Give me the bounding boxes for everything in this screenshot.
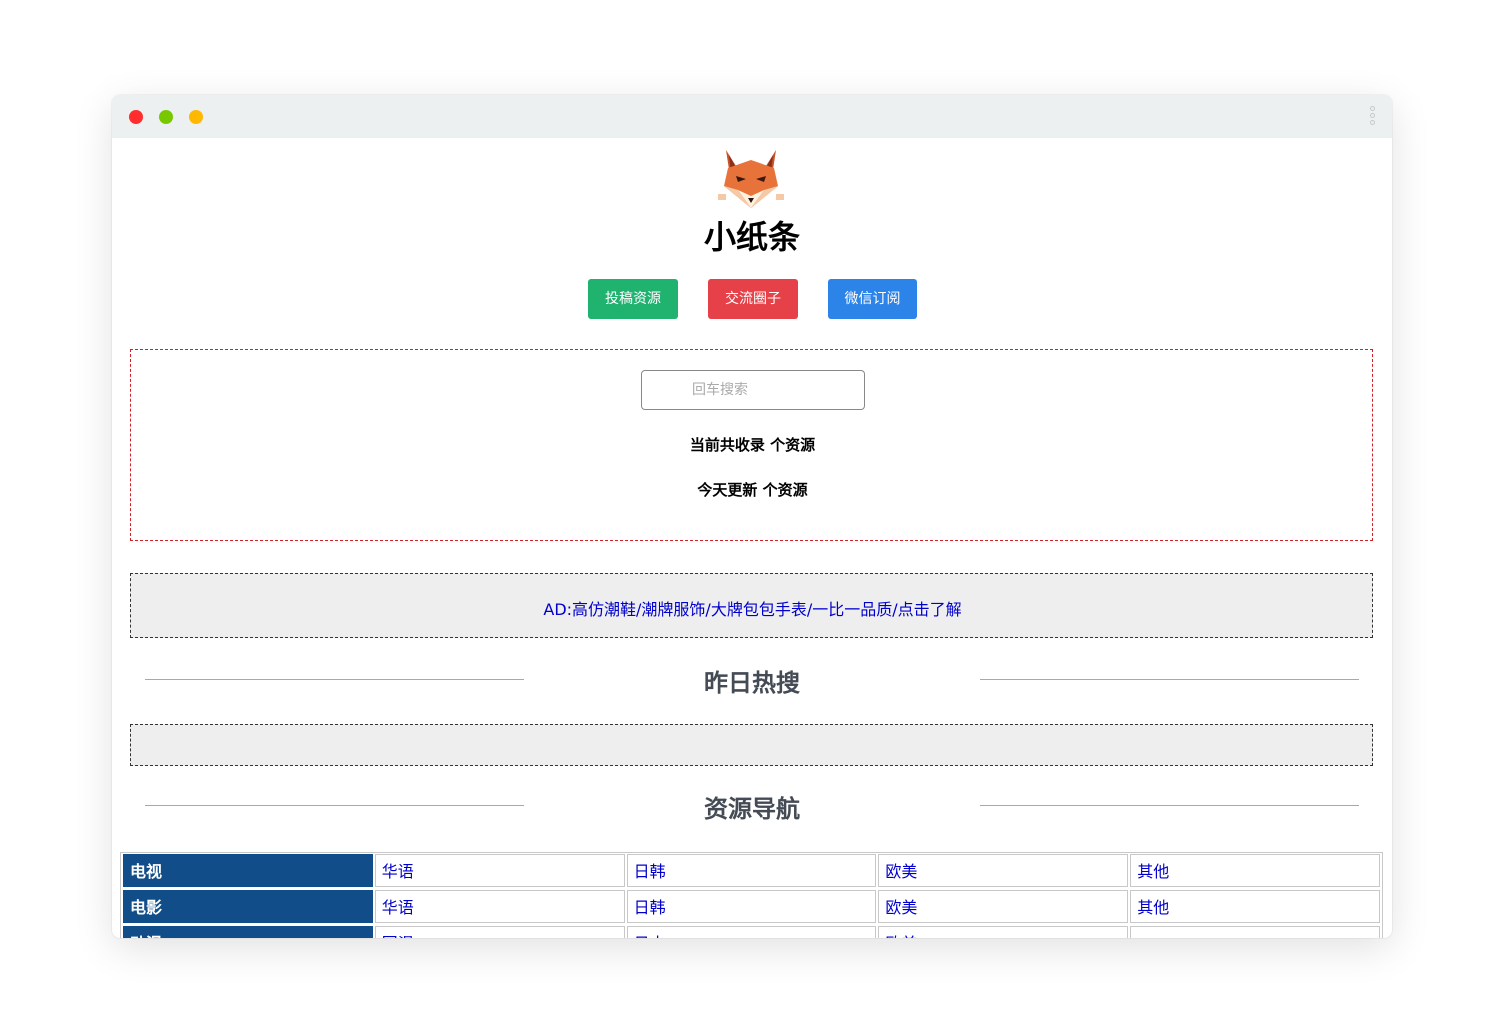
- today-updates-text: 今天更新 个资源: [697, 481, 808, 499]
- nav-link[interactable]: 欧美: [878, 854, 1129, 887]
- divider-line: [980, 679, 1359, 680]
- window-titlebar: [112, 95, 1392, 138]
- total-resources-text: 当前共收录 个资源: [689, 436, 816, 454]
- nav-link[interactable]: 欧美: [878, 926, 1129, 938]
- nav-link[interactable]: 其他: [1130, 854, 1380, 887]
- more-options-icon[interactable]: [1370, 105, 1378, 129]
- nav-link[interactable]: [1130, 926, 1380, 938]
- hot-search-title: 昨日热搜: [704, 669, 800, 697]
- nav-link[interactable]: 国漫: [374, 926, 625, 938]
- hot-search-list: [130, 724, 1373, 766]
- nav-link[interactable]: 华语: [374, 854, 625, 887]
- nav-link[interactable]: 欧美: [878, 890, 1129, 923]
- ad-link[interactable]: AD:高仿潮鞋/潮牌服饰/大牌包包手表/一比一品质/点击了解: [131, 596, 1374, 620]
- fox-logo-icon: [718, 150, 784, 208]
- wechat-subscribe-button[interactable]: 微信订阅: [828, 279, 917, 319]
- minimize-window-dot[interactable]: [189, 110, 203, 124]
- page-content: 小纸条 投稿资源 交流圈子 微信订阅 当前共收录 个资源 今天更新 个资源 AD…: [112, 138, 1392, 938]
- nav-link[interactable]: 日本: [626, 926, 877, 938]
- site-title: 小纸条: [703, 218, 800, 256]
- nav-link[interactable]: 日韩: [626, 890, 877, 923]
- submit-resource-button[interactable]: 投稿资源: [588, 279, 678, 319]
- browser-window: 小纸条 投稿资源 交流圈子 微信订阅 当前共收录 个资源 今天更新 个资源 AD…: [112, 95, 1392, 938]
- maximize-window-dot[interactable]: [159, 110, 173, 124]
- search-input[interactable]: [641, 370, 865, 410]
- table-row: 动漫 国漫 日本 欧美: [122, 926, 1381, 938]
- resource-nav-heading: 资源导航: [112, 787, 1392, 823]
- table-row: 电视 华语 日韩 欧美 其他: [122, 854, 1381, 889]
- category-anime: 动漫: [123, 926, 373, 938]
- ad-banner: AD:高仿潮鞋/潮牌服饰/大牌包包手表/一比一品质/点击了解: [130, 573, 1373, 638]
- category-tv: 电视: [123, 854, 373, 887]
- resource-nav-table: 电视 华语 日韩 欧美 其他 电影 华语 日韩 欧美 其他 动漫 国漫 日本 欧…: [120, 852, 1383, 938]
- close-window-dot[interactable]: [129, 110, 143, 124]
- category-movie: 电影: [123, 890, 373, 923]
- hot-search-heading: 昨日热搜: [112, 661, 1392, 697]
- nav-link[interactable]: 日韩: [626, 854, 877, 887]
- community-button[interactable]: 交流圈子: [708, 279, 798, 319]
- resource-nav-title: 资源导航: [704, 795, 800, 823]
- search-panel: 当前共收录 个资源 今天更新 个资源: [130, 349, 1373, 541]
- divider-line: [980, 805, 1359, 806]
- table-row: 电影 华语 日韩 欧美 其他: [122, 890, 1381, 925]
- nav-link[interactable]: 华语: [374, 890, 625, 923]
- nav-link[interactable]: 其他: [1130, 890, 1380, 923]
